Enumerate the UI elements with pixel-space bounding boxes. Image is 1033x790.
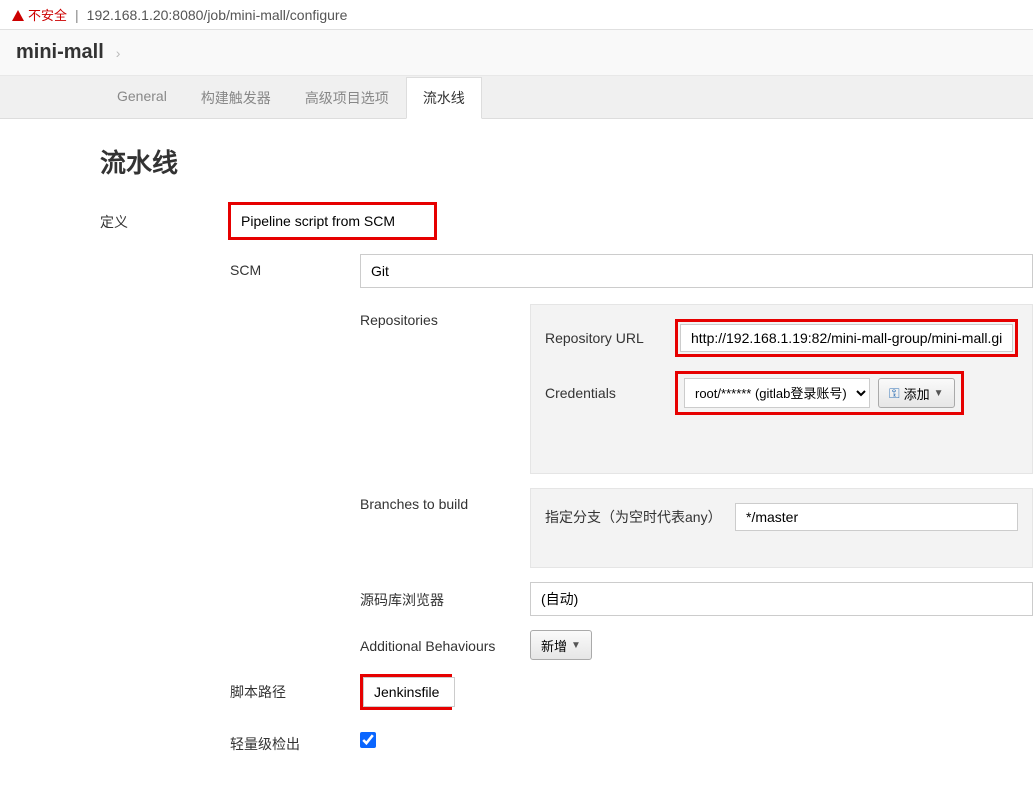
definition-select[interactable] [230,204,435,238]
addl-behaviours-label: Additional Behaviours [360,630,530,654]
chevron-down-icon: ▼ [934,388,944,399]
script-path-label: 脚本路径 [230,674,360,702]
branches-label: Branches to build [360,488,530,512]
tab-general[interactable]: General [100,77,184,119]
warning-icon [12,10,24,21]
browser-url-bar: 不安全 | 192.168.1.20:8080/job/mini-mall/co… [0,0,1033,30]
lightweight-label: 轻量级检出 [230,726,360,754]
credentials-label: Credentials [545,385,665,401]
breadcrumb-project[interactable]: mini-mall [16,41,104,63]
chevron-right-icon: › [116,45,121,61]
repo-browser-label: 源码库浏览器 [360,582,530,610]
add-credentials-button[interactable]: ⚿ 添加 ▼ [878,378,955,408]
section-title: 流水线 [100,143,1033,180]
content-area: 流水线 定义 SCM Repositories Repository URL [0,119,1033,790]
lightweight-checkbox[interactable] [360,732,376,748]
repo-url-input[interactable] [680,324,1013,352]
scm-select[interactable] [360,254,1033,288]
key-icon: ⚿ [889,385,900,402]
url-text[interactable]: 192.168.1.20:8080/job/mini-mall/configur… [87,7,348,23]
repo-url-label: Repository URL [545,330,665,346]
tab-advanced[interactable]: 高级项目选项 [288,77,406,119]
add-behaviour-button[interactable]: 新增 ▼ [530,630,592,660]
page-header: mini-mall › [0,30,1033,76]
branch-spec-label: 指定分支（为空时代表any） [545,507,725,527]
add-label: 添加 [904,384,930,403]
credentials-select[interactable]: root/****** (gitlab登录账号) [684,378,870,408]
repositories-label: Repositories [360,304,530,328]
chevron-down-icon: ▼ [571,640,581,651]
insecure-text: 不安全 [28,5,67,24]
scm-label: SCM [230,254,360,278]
branch-spec-input[interactable] [735,503,1018,531]
tab-triggers[interactable]: 构建触发器 [184,77,288,119]
repositories-box: Repository URL Credentials [530,304,1033,474]
repo-browser-select[interactable] [530,582,1033,616]
tab-pipeline[interactable]: 流水线 [406,77,482,119]
url-separator: | [75,7,79,23]
breadcrumb: mini-mall [16,41,104,64]
branches-box: 指定分支（为空时代表any） [530,488,1033,568]
definition-label: 定义 [100,204,230,232]
insecure-badge: 不安全 [12,5,67,24]
config-tabs: General 构建触发器 高级项目选项 流水线 [0,76,1033,119]
script-path-input[interactable] [363,677,455,707]
new-label: 新增 [541,636,567,655]
